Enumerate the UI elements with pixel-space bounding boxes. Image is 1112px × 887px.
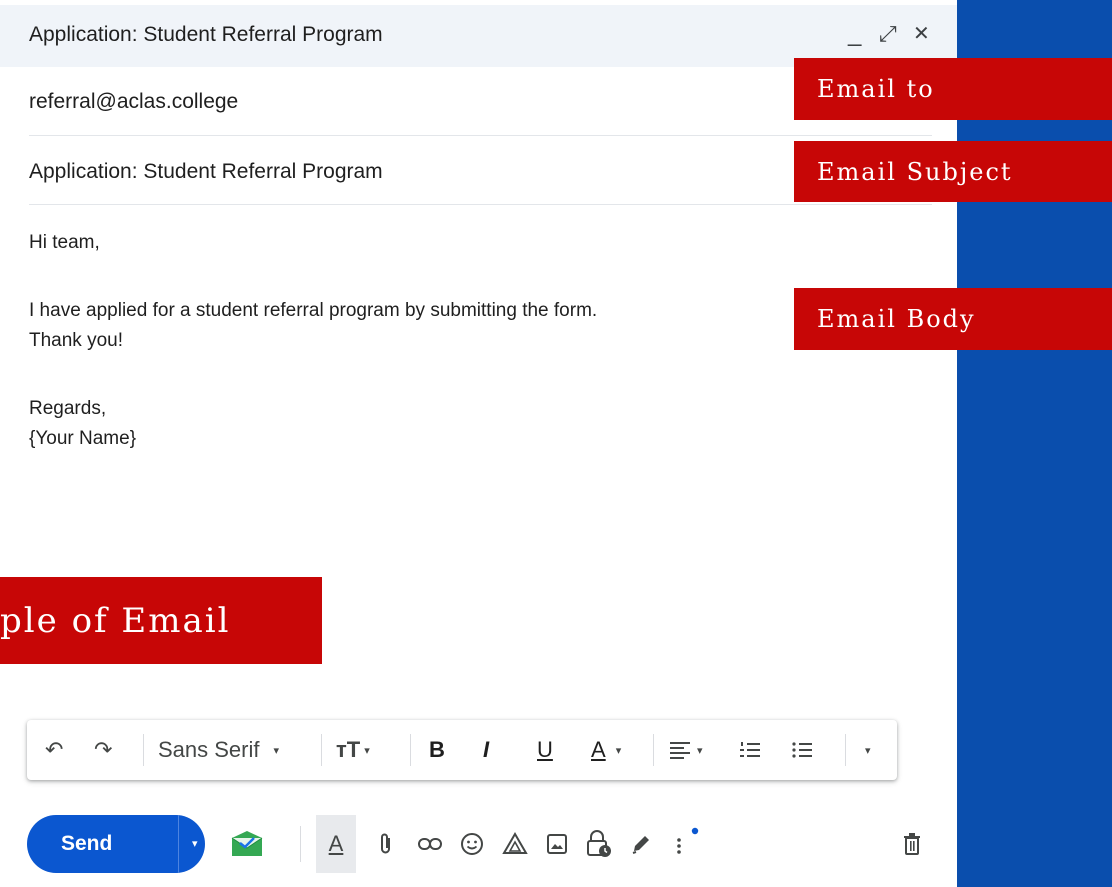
toolbar-separator (321, 734, 322, 766)
align-button[interactable]: ▾ (669, 720, 703, 780)
photo-icon[interactable] (546, 815, 568, 873)
to-field[interactable]: referral@aclas.college (29, 90, 238, 114)
toolbar-separator (300, 826, 301, 862)
attach-icon[interactable] (378, 815, 394, 873)
emoji-icon[interactable] (460, 815, 484, 873)
callout-sample-of-email: ple of Email (0, 577, 322, 664)
underline-button[interactable]: U (537, 720, 553, 780)
align-left-icon (670, 742, 690, 759)
compose-title: Application: Student Referral Program (29, 23, 383, 46)
link-icon[interactable] (418, 815, 442, 873)
send-divider (178, 815, 179, 873)
more-options-icon[interactable] (673, 815, 703, 873)
callout-email-to: Email to (794, 58, 1112, 120)
send-label: Send (61, 832, 113, 855)
bold-button[interactable]: B (429, 720, 445, 780)
bulleted-list-icon (792, 742, 812, 758)
chevron-down-icon: ▾ (697, 744, 703, 757)
add-on-icon[interactable] (230, 815, 264, 873)
formatting-toolbar: ↶ ↷ Sans Serif ▾ тT ▾ B I U A ▾ ▾ ▾ (27, 720, 897, 780)
font-select[interactable]: Sans Serif ▾ (158, 720, 279, 780)
body-line: Hi team, (29, 232, 100, 253)
font-label: Sans Serif (158, 737, 260, 762)
separator (29, 204, 932, 205)
numbered-list-icon (740, 742, 760, 757)
chevron-down-icon: ▾ (615, 744, 622, 757)
discard-draft-icon[interactable] (903, 815, 921, 873)
subject-field[interactable]: Application: Student Referral Program (29, 160, 383, 184)
envelope-check-icon (231, 831, 263, 856)
google-drive-icon (502, 832, 528, 854)
chevron-down-icon: ▾ (364, 744, 370, 757)
pen-icon (632, 836, 649, 854)
callout-email-body: Email Body (794, 288, 1112, 350)
body-line: Thank you! (29, 330, 123, 351)
body-line: Regards, (29, 398, 107, 419)
link-chain-icon (418, 838, 442, 850)
close-icon[interactable]: ✕ (913, 19, 930, 49)
trash-icon (904, 833, 920, 855)
vertical-dots-icon (677, 827, 699, 854)
text-color-icon: A (591, 737, 606, 762)
numbered-list-button[interactable] (739, 720, 761, 780)
formatting-icon: A (328, 831, 344, 856)
body-line: I have applied for a student referral pr… (29, 300, 598, 321)
separator (29, 135, 932, 136)
confidential-icon[interactable] (586, 815, 612, 873)
insert-photo-icon (547, 834, 567, 854)
send-button[interactable]: Send ▾ (27, 815, 205, 873)
toolbar-separator (653, 734, 654, 766)
text-color-button[interactable]: A ▾ (591, 720, 621, 780)
text-size-icon: тT (336, 737, 361, 762)
bulleted-list-button[interactable] (791, 720, 813, 780)
lock-clock-icon (587, 830, 611, 857)
paperclip-icon (381, 833, 390, 854)
expand-icon[interactable]: ⤢ (879, 19, 897, 49)
minimize-icon[interactable]: _ (848, 19, 861, 49)
schedule-send-chevron-icon[interactable]: ▾ (192, 815, 198, 873)
formatting-options-button[interactable]: A (316, 815, 356, 873)
callout-email-subject: Email Subject (794, 141, 1112, 202)
chevron-down-icon: ▾ (273, 744, 280, 757)
undo-icon[interactable]: ↶ (45, 720, 63, 780)
toolbar-separator (845, 734, 846, 766)
text-size-button[interactable]: тT ▾ (336, 720, 370, 780)
smiley-icon (461, 833, 483, 855)
signature-icon[interactable] (630, 815, 652, 873)
body-line: {Your Name} (29, 428, 137, 449)
toolbar-separator (143, 734, 144, 766)
drive-icon[interactable] (502, 815, 528, 873)
italic-button[interactable]: I (483, 720, 489, 780)
redo-icon[interactable]: ↷ (94, 720, 112, 780)
chevron-down-icon: ▾ (865, 744, 871, 757)
compose-window: Application: Student Referral Program _ … (0, 0, 957, 887)
toolbar-separator (410, 734, 411, 766)
more-formatting-button[interactable]: ▾ (865, 720, 871, 780)
